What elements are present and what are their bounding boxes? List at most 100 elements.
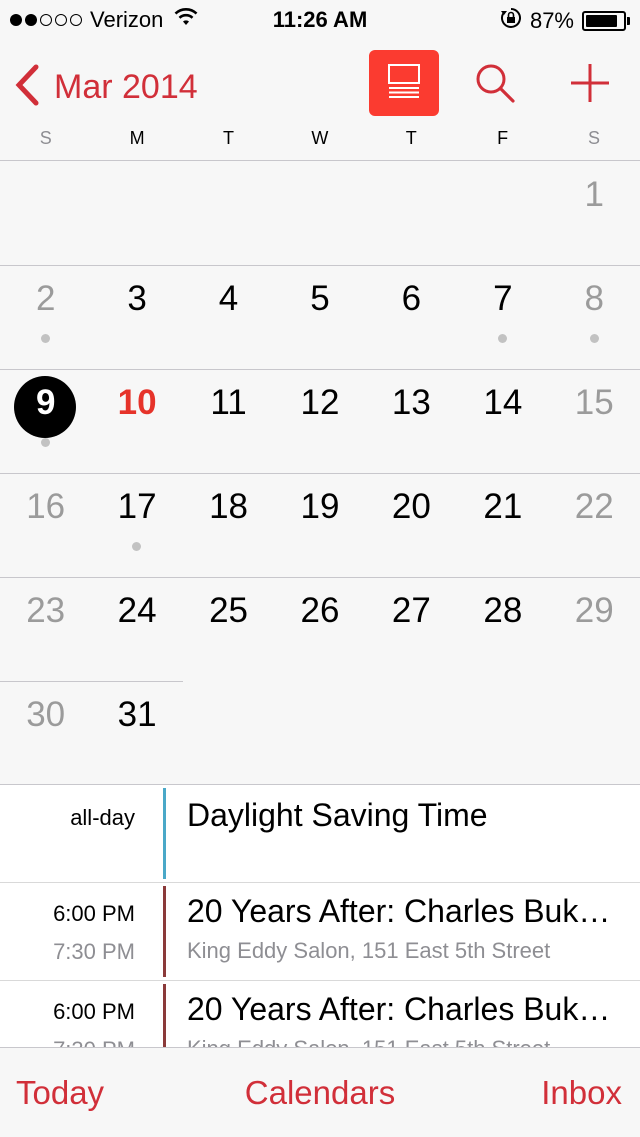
day-number: 11 — [210, 383, 247, 422]
day-cell[interactable]: 18 — [183, 473, 274, 577]
event-times: 6:00 PM 7:30 PM — [0, 999, 135, 1048]
day-cell[interactable]: 1 — [549, 161, 640, 265]
event-title: Daylight Saving Time — [187, 797, 488, 833]
day-cell[interactable]: 30 — [0, 681, 91, 785]
day-number: 17 — [117, 487, 157, 526]
day-number: 13 — [391, 383, 431, 422]
today-button[interactable]: Today — [16, 1074, 104, 1112]
day-cell[interactable]: 28 — [457, 577, 548, 681]
inbox-button[interactable]: Inbox — [541, 1074, 622, 1112]
day-cell[interactable]: 27 — [366, 577, 457, 681]
day-cell[interactable]: 4 — [183, 265, 274, 369]
event-indicator-dot — [498, 334, 508, 343]
day-cell[interactable]: 14 — [457, 369, 548, 473]
day-cell[interactable]: 16 — [0, 473, 91, 577]
day-number: 15 — [574, 383, 614, 422]
event-location: King Eddy Salon, 151 East 5th Street — [187, 938, 551, 963]
week-row: 9 10 11 12 13 14 15 — [0, 369, 640, 473]
weekday-label: S — [588, 128, 601, 148]
week-row: 30 31 — [0, 681, 640, 785]
list-view-button[interactable] — [369, 50, 439, 116]
day-cell[interactable]: 3 — [91, 265, 182, 369]
weekday-label: W — [311, 128, 329, 148]
event-indicator-dot — [41, 438, 50, 447]
day-number: 9 — [35, 383, 56, 422]
event-indicator-dot — [589, 334, 599, 343]
event-row-all-day[interactable]: all-day Daylight Saving Time — [0, 785, 640, 883]
day-number: 21 — [483, 487, 523, 526]
day-number: 30 — [26, 695, 66, 734]
event-title: 20 Years After: Charles Bukowski — [187, 893, 617, 929]
day-cell[interactable]: 20 — [366, 473, 457, 577]
event-row[interactable]: 6:00 PM 7:30 PM 20 Years After: Charles … — [0, 981, 640, 1048]
day-cell[interactable]: 23 — [0, 577, 91, 681]
day-number: 10 — [117, 383, 157, 422]
week-row: 16 17 18 19 20 21 22 — [0, 473, 640, 577]
day-cell[interactable]: 31 — [91, 681, 182, 785]
day-cell[interactable]: 19 — [274, 473, 365, 577]
week-row: 2 3 4 5 6 7 8 — [0, 265, 640, 369]
battery-percent: 87% — [529, 8, 574, 33]
day-number: 5 — [310, 279, 330, 318]
day-number: 20 — [391, 487, 431, 526]
day-cell[interactable]: 21 — [457, 473, 548, 577]
calendars-button[interactable]: Calendars — [245, 1074, 395, 1111]
day-cell[interactable]: 13 — [366, 369, 457, 473]
day-cell[interactable]: 11 — [183, 369, 274, 473]
day-cell[interactable]: 7 — [457, 265, 548, 369]
day-number: 7 — [493, 279, 513, 318]
day-cell[interactable]: 10 — [91, 369, 182, 473]
day-cell[interactable]: 15 — [549, 369, 640, 473]
event-indicator-dot — [41, 334, 50, 343]
back-to-year-button[interactable]: Mar 2014 — [14, 64, 198, 111]
rotation-lock-icon — [500, 7, 522, 35]
day-number: 29 — [574, 591, 614, 630]
event-times: 6:00 PM 7:30 PM — [0, 901, 135, 965]
month-grid: 1 2 3 4 5 6 7 8 9 10 11 12 13 14 15 16 17 18 19 20 21 22 23 24 2… — [0, 161, 640, 784]
event-times: all-day — [0, 805, 135, 831]
weekday-label: M — [129, 128, 145, 148]
day-number: 18 — [209, 487, 248, 526]
event-row[interactable]: 6:00 PM 7:30 PM 20 Years After: Charles … — [0, 883, 640, 981]
day-cell[interactable]: 9 — [0, 369, 91, 473]
day-cell[interactable]: 29 — [549, 577, 640, 681]
search-button[interactable] — [474, 62, 516, 109]
day-cell[interactable]: 17 — [91, 473, 182, 577]
day-number: 28 — [483, 591, 523, 630]
weekday-label: T — [222, 128, 234, 148]
day-cell[interactable]: 8 — [549, 265, 640, 369]
event-end-time: 7:30 PM — [53, 939, 135, 964]
event-start-time: 6:00 PM — [53, 999, 135, 1024]
search-icon — [474, 64, 516, 108]
day-number: 8 — [584, 279, 604, 318]
day-number: 12 — [300, 383, 340, 422]
day-cell[interactable]: 5 — [274, 265, 365, 369]
week-row: 1 — [0, 161, 640, 265]
day-cell[interactable]: 22 — [549, 473, 640, 577]
battery-fill — [586, 15, 618, 27]
day-number: 25 — [209, 591, 248, 630]
day-number: 4 — [218, 279, 239, 318]
bottom-toolbar: Today Calendars Inbox — [0, 1047, 640, 1137]
day-cell[interactable]: 6 — [366, 265, 457, 369]
event-start-time: 6:00 PM — [53, 901, 135, 926]
day-number: 19 — [300, 487, 340, 526]
day-cell[interactable]: 2 — [0, 265, 91, 369]
day-cell[interactable]: 24 — [91, 577, 182, 681]
day-number: 1 — [584, 175, 604, 214]
add-event-button[interactable] — [569, 62, 611, 109]
day-number: 2 — [35, 279, 56, 318]
day-cell[interactable]: 12 — [274, 369, 365, 473]
event-indicator-dot — [132, 542, 142, 551]
weekday-label: F — [497, 128, 509, 148]
battery-status: 87% — [500, 7, 630, 35]
day-cell[interactable]: 25 — [183, 577, 274, 681]
day-cell[interactable]: 26 — [274, 577, 365, 681]
day-number: 31 — [117, 695, 157, 734]
calendar-color-bar — [163, 788, 166, 879]
day-number: 14 — [483, 383, 523, 422]
plus-icon — [569, 64, 611, 108]
chevron-left-icon — [14, 64, 40, 111]
all-day-label: all-day — [70, 805, 135, 830]
status-bar: Verizon 11:26 AM 87% — [0, 0, 640, 40]
